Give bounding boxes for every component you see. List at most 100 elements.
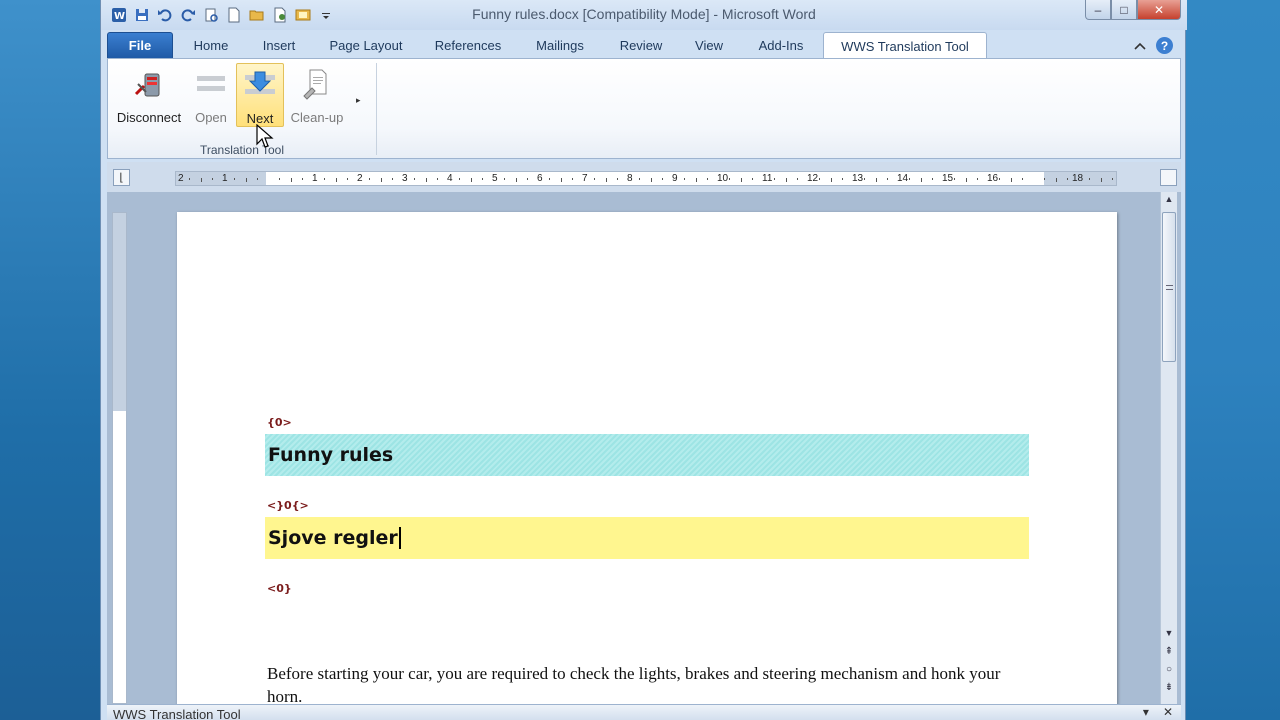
cleanup-button[interactable]: Clean-up: [286, 63, 348, 127]
ruler-number: 5: [492, 173, 498, 184]
document-page[interactable]: {0> Funny rules <}0{> Sjove regler <0} B…: [177, 212, 1117, 704]
ruler-number: 2: [357, 173, 363, 184]
ruler-tick: [414, 178, 416, 180]
tab-insert[interactable]: Insert: [249, 32, 309, 59]
ruler-tick: [594, 178, 596, 180]
scroll-grip-icon: [1166, 285, 1173, 290]
scroll-down-icon[interactable]: ▼: [1161, 628, 1177, 642]
ruler-number: 3: [402, 173, 408, 184]
ruler-number: 16: [987, 173, 999, 184]
cleanup-icon: [299, 67, 335, 101]
ruler-tick: [785, 178, 787, 182]
ruler-tick: [234, 178, 236, 180]
ruler-tick: [1066, 178, 1068, 180]
ruler-number: 4: [447, 173, 453, 184]
ruler-number: 7: [582, 173, 588, 184]
scroll-up-icon[interactable]: ▲: [1161, 194, 1177, 208]
ruler-tick: [886, 178, 888, 180]
task-pane-close-icon[interactable]: ✕: [1163, 705, 1173, 719]
ruler-number: 6: [537, 173, 543, 184]
ruler-tick: [301, 178, 303, 180]
disconnect-button[interactable]: Disconnect: [112, 63, 186, 127]
ruler-tick: [346, 178, 348, 180]
title-bar: W Funny rules.docx [Compatibility Mode] …: [101, 0, 1187, 30]
tab-wws-translation-tool[interactable]: WWS Translation Tool: [823, 32, 987, 59]
ruler-tick: [1010, 178, 1012, 182]
word-window: W Funny rules.docx [Compatibility Mode] …: [100, 0, 1187, 720]
previous-page-icon[interactable]: ⇞: [1161, 646, 1177, 662]
next-page-icon[interactable]: ⇟: [1161, 682, 1177, 698]
ruler-number: 2: [178, 173, 184, 184]
help-icon[interactable]: ?: [1156, 37, 1173, 54]
ruler-tick: [740, 178, 742, 182]
ribbon-tabs: File Home Insert Page Layout References …: [101, 30, 1187, 59]
ruler-tick: [695, 178, 697, 182]
minimize-button[interactable]: –: [1085, 0, 1111, 20]
ruler-tick: [875, 178, 877, 182]
ruler-tick: [324, 178, 326, 180]
ribbon-right-controls: ?: [1134, 37, 1173, 54]
tab-file[interactable]: File: [107, 32, 173, 59]
ruler-tick: [1100, 178, 1102, 182]
ruler-tick: [279, 178, 281, 180]
close-button[interactable]: ✕: [1137, 0, 1181, 20]
target-segment-text: Sjove regler: [268, 527, 398, 549]
ruler-tick: [1111, 178, 1113, 180]
ruler-tick: [661, 178, 663, 180]
open-tool-icon: [193, 67, 229, 101]
ruler-number: 14: [897, 173, 909, 184]
tab-selector-icon[interactable]: ⌊: [113, 169, 130, 186]
desktop-background-left: [0, 0, 100, 720]
ruler-tick: [526, 178, 528, 180]
tab-review[interactable]: Review: [607, 32, 675, 59]
ruler-tick: [751, 178, 753, 180]
segment-open-tag: {0>: [267, 416, 292, 429]
tab-page-layout[interactable]: Page Layout: [317, 32, 415, 59]
ruler-number: 1: [222, 173, 228, 184]
group-overflow-arrow-icon[interactable]: ▸: [356, 95, 361, 106]
view-ruler-icon[interactable]: [1160, 169, 1177, 186]
ruler-tick: [684, 178, 686, 180]
scroll-thumb[interactable]: [1162, 212, 1176, 362]
vertical-ruler[interactable]: [112, 212, 127, 704]
ribbon-group-label: Translation Tool: [199, 143, 285, 157]
ruler-number: 10: [717, 173, 729, 184]
ruler-tick: [650, 178, 652, 182]
ruler-tick: [481, 178, 483, 180]
tab-home[interactable]: Home: [181, 32, 241, 59]
target-segment[interactable]: Sjove regler: [265, 517, 1029, 559]
ruler-tick: [436, 178, 438, 180]
ruler-tick: [954, 178, 956, 180]
ruler-tick: [1089, 178, 1091, 180]
source-segment-text: Funny rules: [268, 444, 394, 466]
ruler-number: 9: [672, 173, 678, 184]
minimize-ribbon-icon[interactable]: [1134, 42, 1146, 50]
ruler-tick: [245, 178, 247, 182]
next-button[interactable]: Next: [236, 63, 284, 127]
browse-object-icon[interactable]: ○: [1161, 664, 1177, 680]
tab-mailings[interactable]: Mailings: [521, 32, 599, 59]
next-arrow-icon: [242, 68, 278, 102]
tab-view[interactable]: View: [683, 32, 735, 59]
task-pane-dropdown-icon[interactable]: ▾: [1143, 705, 1149, 719]
body-paragraph[interactable]: Before starting your car, you are requir…: [267, 662, 1007, 704]
source-segment[interactable]: Funny rules: [265, 434, 1029, 476]
vertical-scrollbar[interactable]: ▲ ▼ ⇞ ○ ⇟: [1160, 192, 1177, 704]
open-button[interactable]: Open: [188, 63, 234, 127]
ruler-tick: [616, 178, 618, 180]
ruler-tick: [504, 178, 506, 180]
disconnect-icon: [131, 67, 167, 101]
tab-references[interactable]: References: [423, 32, 513, 59]
task-pane-header: WWS Translation Tool ▾ ✕: [107, 704, 1181, 720]
ruler-tick: [965, 178, 967, 182]
ruler-tick: [796, 178, 798, 180]
maximize-button[interactable]: □: [1111, 0, 1137, 20]
ruler-tick: [864, 178, 866, 180]
horizontal-ruler[interactable]: 2 1 1 2 3 4 5 6 7 8 9 10 11 12 13 14 15 16 18: [175, 171, 1117, 186]
ruler-tick: [639, 178, 641, 180]
tab-add-ins[interactable]: Add-Ins: [743, 32, 819, 59]
ruler-tick: [335, 178, 337, 182]
ruler-tick: [1044, 178, 1046, 180]
segment-close-tag: <0}: [267, 582, 292, 595]
ruler-tick: [470, 178, 472, 182]
